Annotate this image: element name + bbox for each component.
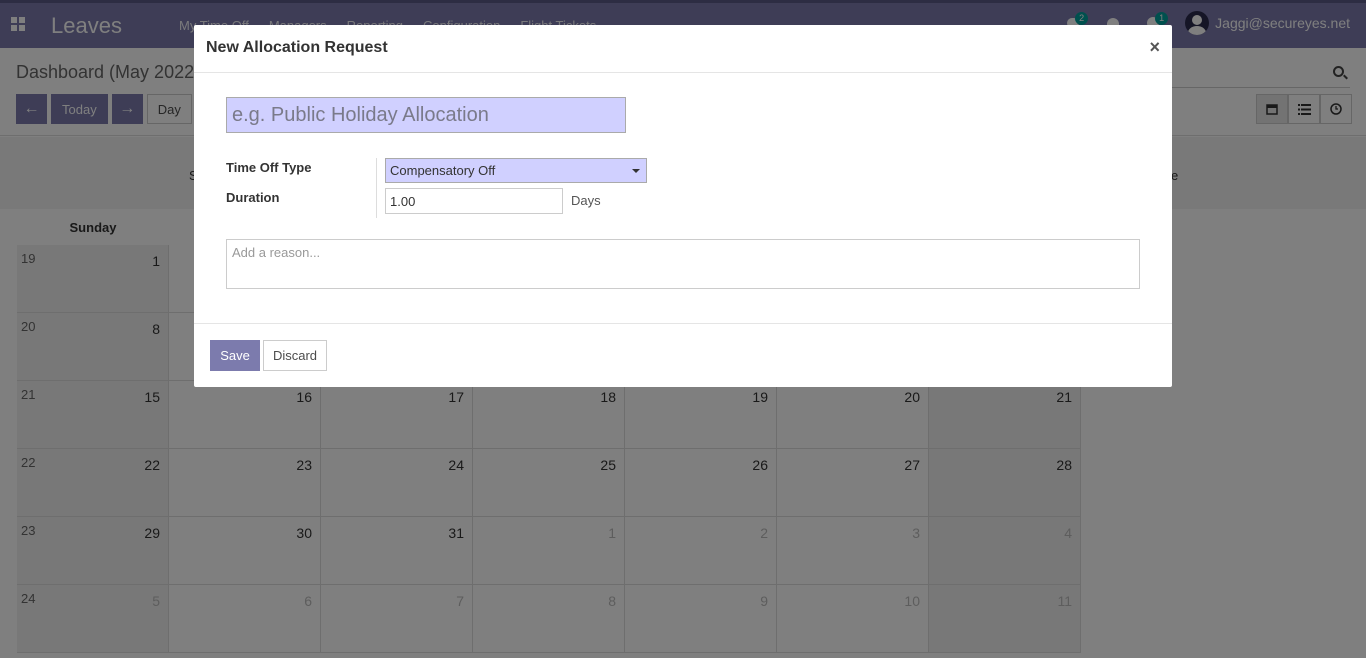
reason-textarea[interactable]: Add a reason...	[226, 239, 1140, 289]
field-separator	[376, 158, 377, 218]
allocation-request-dialog: New Allocation Request × e.g. Public Hol…	[194, 25, 1172, 387]
close-icon[interactable]: ×	[1149, 37, 1160, 58]
duration-unit: Days	[571, 193, 601, 208]
time-off-type-label: Time Off Type	[226, 160, 312, 175]
time-off-type-select[interactable]: Compensatory Off	[385, 158, 647, 183]
duration-field[interactable]: 1.00	[385, 188, 563, 214]
time-off-type-value: Compensatory Off	[390, 163, 496, 178]
dialog-footer: Save Discard	[194, 323, 1172, 387]
duration-label: Duration	[226, 190, 280, 205]
allocation-name-input[interactable]: e.g. Public Holiday Allocation	[226, 97, 626, 133]
discard-button[interactable]: Discard	[263, 340, 327, 371]
dialog-header: New Allocation Request ×	[194, 25, 1172, 73]
save-button[interactable]: Save	[210, 340, 260, 371]
caret-down-icon	[632, 169, 640, 173]
dialog-title: New Allocation Request	[206, 39, 388, 56]
